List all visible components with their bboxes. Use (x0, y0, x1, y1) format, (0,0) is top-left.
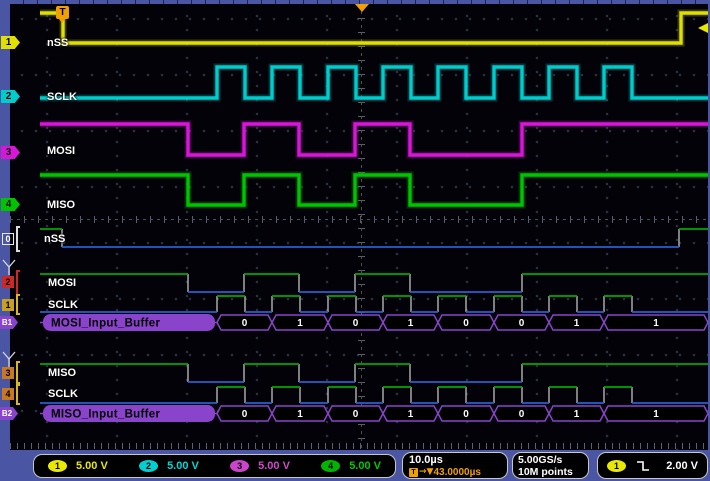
digital-0-badge[interactable]: 0 (2, 233, 14, 245)
channel-2-label: SCLK (47, 91, 77, 103)
channel-scale-readouts[interactable]: 1 5.00 V 2 5.00 V 3 5.00 V 4 5.00 V (33, 454, 396, 478)
channel-3-readout: 3 5.00 V (230, 460, 290, 472)
digital-group-icon (2, 351, 16, 367)
acquisition-readout[interactable]: 5.00GS/s 10M points (512, 452, 589, 479)
digital-4-bracket (16, 384, 20, 405)
channel-4-number-badge[interactable]: 4 (321, 460, 341, 472)
digital-2-label: MOSI (48, 277, 77, 289)
trigger-delay-value: 43.0000µs (433, 467, 481, 478)
trigger-readout[interactable]: 1 2.00 V (597, 452, 708, 479)
digital-3-bracket (16, 361, 20, 384)
channel-2-readout: 2 5.00 V (139, 460, 199, 472)
digital-0-label: nSS (44, 233, 66, 245)
channel-3-scale-value: 5.00 V (258, 460, 290, 472)
channel-2-scale-value: 5.00 V (167, 460, 199, 472)
channel-3-label: MOSI (47, 145, 76, 157)
digital-0-bracket (16, 226, 20, 252)
channel-4-scale-value: 5.00 V (349, 460, 381, 472)
channel-4-readout: 4 5.00 V (321, 460, 381, 472)
digital-2-badge[interactable]: 2 (2, 276, 14, 288)
channel-1-scale-value: 5.00 V (76, 460, 108, 472)
waveform-plot-area (10, 4, 708, 450)
channel-1-number-badge[interactable]: 1 (48, 460, 67, 472)
digital-3-badge[interactable]: 3 (2, 367, 14, 379)
delay-arrows-icon: →▼ (419, 467, 434, 477)
trigger-event-flag-icon: T (56, 6, 69, 23)
digital-2-bracket (16, 270, 20, 296)
trigger-source-badge[interactable]: 1 (607, 459, 626, 472)
channel-2-number-badge[interactable]: 2 (139, 460, 159, 472)
channel-3-number-badge[interactable]: 3 (230, 460, 250, 472)
sample-rate-value: 5.00GS/s (518, 454, 563, 466)
trigger-level-value: 2.00 V (666, 459, 698, 472)
timebase-scale: 10.0µs (409, 454, 443, 466)
record-length-value: 10M points (518, 465, 573, 478)
trigger-position-marker-icon[interactable] (355, 4, 369, 12)
digital-4-label: SCLK (48, 388, 78, 400)
trigger-level-arrow-icon[interactable] (698, 23, 708, 33)
channel-4-label: MISO (47, 199, 76, 211)
horizontal-readout[interactable]: 10.0µs T →▼ 43.0000µs (402, 452, 508, 479)
digital-1-bracket (16, 294, 20, 315)
trigger-flag-mini-icon: T (409, 468, 418, 477)
channel-1-readout: 1 5.00 V (48, 460, 108, 472)
trigger-delay-readout: T →▼ 43.0000µs (409, 467, 501, 478)
digital-1-label: SCLK (48, 299, 78, 311)
digital-3-label: MISO (48, 367, 77, 379)
oscilloscope-screen: 0 1 0 1 0 0 1 1 MOSI_Input_Buffer 0 1 0 1 0 0 1 1 MISO_In… (0, 0, 710, 481)
digital-4-badge[interactable]: 4 (2, 388, 14, 400)
center-vertical-graticule (361, 4, 362, 450)
center-horizontal-graticule (10, 219, 708, 220)
bottom-edge-ticks (10, 443, 708, 449)
digital-group-icon (2, 259, 16, 275)
digital-1-badge[interactable]: 1 (2, 299, 14, 311)
trigger-slope-falling-icon (637, 460, 649, 471)
channel-1-label: nSS (47, 37, 69, 49)
